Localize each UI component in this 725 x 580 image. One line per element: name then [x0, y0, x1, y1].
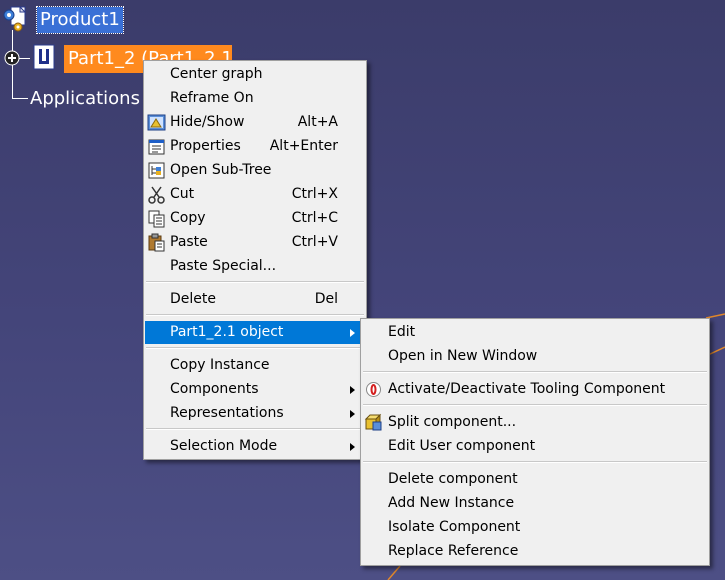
submenu-item-open-new-window[interactable]: Open in New Window — [362, 345, 708, 368]
hide-show-icon — [147, 114, 166, 131]
menu-shortcut: Ctrl+X — [291, 186, 338, 202]
menu-label: Split component... — [388, 414, 517, 430]
paste-icon — [148, 233, 165, 252]
tree-root-product[interactable]: Product1 — [36, 6, 124, 34]
menu-label: Open in New Window — [388, 348, 538, 364]
menu-separator — [146, 428, 364, 430]
menu-separator — [363, 371, 707, 373]
submenu-arrow-icon — [350, 329, 355, 337]
submenu-item-delete-component[interactable]: Delete component — [362, 468, 708, 491]
menu-separator — [363, 461, 707, 463]
tree-connector-horizontal — [12, 98, 28, 99]
menu-item-hide-show[interactable]: Hide/Show Alt+A — [145, 111, 365, 134]
menu-label: Copy Instance — [170, 357, 270, 373]
menu-shortcut: Ctrl+V — [291, 234, 338, 250]
scissors-icon — [148, 186, 165, 204]
menu-separator — [363, 404, 707, 406]
menu-label: Representations — [170, 405, 284, 421]
submenu-item-edit-user-component[interactable]: Edit User component — [362, 435, 708, 458]
menu-shortcut: Del — [314, 291, 338, 307]
menu-item-delete[interactable]: Delete Del — [145, 288, 365, 311]
menu-item-paste-special[interactable]: Paste Special... — [145, 255, 365, 278]
menu-shortcut: Alt+A — [297, 114, 338, 130]
tree-node-applications[interactable]: Applications — [30, 87, 140, 111]
menu-item-properties[interactable]: Properties Alt+Enter — [145, 135, 365, 158]
copy-icon — [148, 210, 165, 228]
menu-item-copy[interactable]: Copy Ctrl+C — [145, 207, 365, 230]
menu-label: Delete — [170, 291, 216, 307]
menu-label: Isolate Component — [388, 519, 521, 535]
menu-label: Hide/Show — [170, 114, 245, 130]
submenu-arrow-icon — [350, 386, 355, 394]
split-component-icon — [364, 413, 382, 431]
menu-item-selection-mode[interactable]: Selection Mode — [145, 435, 365, 458]
menu-label: Paste Special... — [170, 258, 277, 274]
submenu-arrow-icon — [350, 443, 355, 451]
tooling-component-icon — [366, 382, 381, 397]
menu-label: Copy — [170, 210, 206, 226]
object-submenu: Edit Open in New Window Activate/Deactiv… — [360, 318, 710, 566]
menu-item-paste[interactable]: Paste Ctrl+V — [145, 231, 365, 254]
context-menu: Center graph Reframe On Hide/Show Alt+A … — [143, 60, 367, 460]
menu-separator — [146, 281, 364, 283]
menu-shortcut: Ctrl+C — [291, 210, 338, 226]
submenu-item-replace-reference[interactable]: Replace Reference — [362, 540, 708, 563]
menu-label: Center graph — [170, 66, 263, 82]
submenu-item-isolate-component[interactable]: Isolate Component — [362, 516, 708, 539]
sub-tree-icon — [148, 162, 165, 179]
submenu-item-activate-tooling[interactable]: Activate/Deactivate Tooling Component — [362, 378, 708, 401]
menu-item-cut[interactable]: Cut Ctrl+X — [145, 183, 365, 206]
menu-label: Cut — [170, 186, 195, 202]
submenu-item-add-new-instance[interactable]: Add New Instance — [362, 492, 708, 515]
submenu-item-edit[interactable]: Edit — [362, 321, 708, 344]
menu-item-open-sub-tree[interactable]: Open Sub-Tree — [145, 159, 365, 182]
menu-label: Add New Instance — [388, 495, 515, 511]
menu-item-components[interactable]: Components — [145, 378, 365, 401]
menu-shortcut: Alt+Enter — [269, 138, 338, 154]
menu-label: Components — [170, 381, 259, 397]
menu-label: Selection Mode — [170, 438, 278, 454]
menu-separator — [146, 347, 364, 349]
menu-item-object-submenu[interactable]: Part1_2.1 object — [145, 321, 365, 344]
menu-item-reframe-on[interactable]: Reframe On — [145, 87, 365, 110]
part-icon[interactable] — [33, 44, 55, 70]
menu-label: Replace Reference — [388, 543, 519, 559]
submenu-item-split-component[interactable]: Split component... — [362, 411, 708, 434]
product-icon[interactable] — [2, 5, 36, 33]
menu-label: Edit User component — [388, 438, 536, 454]
menu-label: Paste — [170, 234, 208, 250]
menu-label: Open Sub-Tree — [170, 162, 272, 178]
menu-label: Part1_2.1 object — [170, 324, 284, 340]
menu-separator — [146, 314, 364, 316]
menu-label: Properties — [170, 138, 241, 154]
menu-item-center-graph[interactable]: Center graph — [145, 63, 365, 86]
properties-icon — [148, 139, 165, 155]
submenu-arrow-icon — [350, 410, 355, 418]
menu-item-representations[interactable]: Representations — [145, 402, 365, 425]
menu-label: Delete component — [388, 471, 518, 487]
menu-label: Activate/Deactivate Tooling Component — [388, 381, 666, 397]
expand-plus-icon[interactable] — [4, 50, 20, 66]
menu-label: Reframe On — [170, 90, 254, 106]
menu-item-copy-instance[interactable]: Copy Instance — [145, 354, 365, 377]
menu-label: Edit — [388, 324, 416, 340]
